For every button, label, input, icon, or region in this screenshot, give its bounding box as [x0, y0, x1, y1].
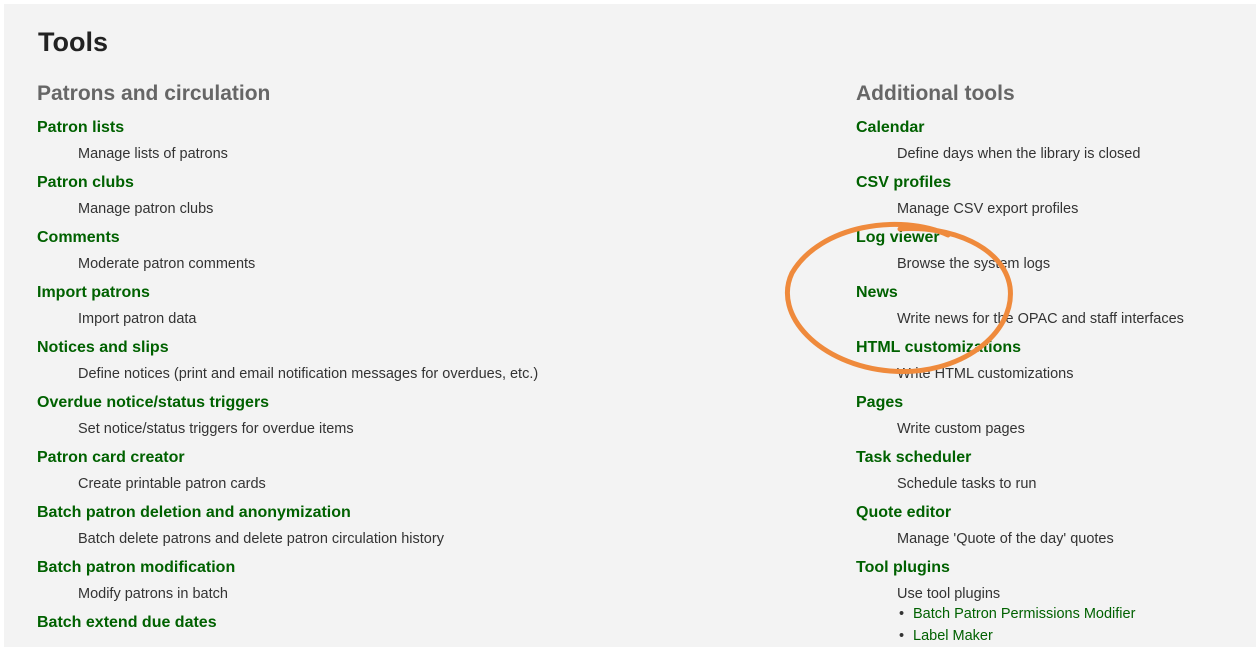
html-customizations-link[interactable]: HTML customizations — [856, 339, 1021, 356]
patron-clubs-link[interactable]: Patron clubs — [37, 174, 134, 191]
tool-item-calendar: Calendar — [856, 114, 1251, 141]
comments-description: Moderate patron comments — [78, 256, 256, 272]
tool-plugins-description-text: Use tool plugins — [897, 586, 1001, 602]
overdue-triggers-description: Set notice/status triggers for overdue i… — [78, 421, 354, 437]
comments-link[interactable]: Comments — [37, 229, 120, 246]
additional-tool-list: Calendar Define days when the library is… — [856, 114, 1251, 647]
task-scheduler-link[interactable]: Task scheduler — [856, 449, 971, 466]
tool-item-batch-extend-due-dates: Batch extend due dates — [37, 609, 757, 636]
notices-slips-description: Define notices (print and email notifica… — [78, 366, 539, 382]
patron-lists-description: Manage lists of patrons — [78, 146, 228, 162]
tool-item-batch-modification: Batch patron modification — [37, 554, 757, 581]
tool-item-patron-clubs: Patron clubs — [37, 169, 757, 196]
plugin-list-item: Label Maker — [899, 625, 1251, 647]
additional-section-heading: Additional tools — [856, 82, 1015, 105]
batch-extend-due-dates-link[interactable]: Batch extend due dates — [37, 614, 217, 631]
tool-item-quote-editor: Quote editor — [856, 499, 1251, 526]
tool-item-comments: Comments — [37, 224, 757, 251]
tool-item-news: News — [856, 279, 1251, 306]
patron-card-creator-description: Create printable patron cards — [78, 476, 266, 492]
tool-item-task-scheduler: Task scheduler — [856, 444, 1251, 471]
csv-profiles-link[interactable]: CSV profiles — [856, 174, 951, 191]
tools-page: Tools Patrons and circulation Patron lis… — [4, 4, 1256, 647]
tool-item-batch-deletion: Batch patron deletion and anonymization — [37, 499, 757, 526]
pages-link[interactable]: Pages — [856, 394, 903, 411]
tool-item-html-customizations: HTML customizations — [856, 334, 1251, 361]
patrons-circulation-section: Patrons and circulation Patron lists Man… — [37, 81, 757, 636]
plugin-label-maker-link[interactable]: Label Maker — [913, 628, 993, 644]
tool-item-import-patrons: Import patrons — [37, 279, 757, 306]
task-scheduler-description: Schedule tasks to run — [897, 476, 1037, 492]
quote-editor-description: Manage 'Quote of the day' quotes — [897, 531, 1114, 547]
news-description: Write news for the OPAC and staff interf… — [897, 311, 1184, 327]
tool-plugins-link[interactable]: Tool plugins — [856, 559, 950, 576]
notices-slips-link[interactable]: Notices and slips — [37, 339, 169, 356]
tool-item-tool-plugins: Tool plugins — [856, 554, 1251, 581]
batch-modification-link[interactable]: Batch patron modification — [37, 559, 235, 576]
log-viewer-link[interactable]: Log viewer — [856, 229, 940, 246]
page-title: Tools — [38, 27, 108, 57]
calendar-link[interactable]: Calendar — [856, 119, 924, 136]
quote-editor-link[interactable]: Quote editor — [856, 504, 951, 521]
import-patrons-description: Import patron data — [78, 311, 197, 327]
tool-item-csv-profiles: CSV profiles — [856, 169, 1251, 196]
tool-item-log-viewer: Log viewer — [856, 224, 1251, 251]
tool-item-patron-lists: Patron lists — [37, 114, 757, 141]
calendar-description: Define days when the library is closed — [897, 146, 1141, 162]
tool-plugins-description: Use tool plugins Batch Patron Permission… — [897, 581, 1251, 647]
plugin-batch-permissions-link[interactable]: Batch Patron Permissions Modifier — [913, 606, 1135, 622]
tool-item-notices-slips: Notices and slips — [37, 334, 757, 361]
patrons-tool-list: Patron lists Manage lists of patrons Pat… — [37, 114, 757, 636]
overdue-triggers-link[interactable]: Overdue notice/status triggers — [37, 394, 269, 411]
import-patrons-link[interactable]: Import patrons — [37, 284, 150, 301]
patron-clubs-description: Manage patron clubs — [78, 201, 214, 217]
plugin-list-item: Batch Patron Permissions Modifier — [899, 603, 1251, 625]
patron-lists-link[interactable]: Patron lists — [37, 119, 124, 136]
additional-tools-section: Additional tools Calendar Define days wh… — [856, 81, 1251, 647]
patrons-section-heading: Patrons and circulation — [37, 82, 271, 105]
patron-card-creator-link[interactable]: Patron card creator — [37, 449, 185, 466]
html-customizations-description: Write HTML customizations — [897, 366, 1074, 382]
tool-item-pages: Pages — [856, 389, 1251, 416]
batch-deletion-link[interactable]: Batch patron deletion and anonymization — [37, 504, 351, 521]
csv-profiles-description: Manage CSV export profiles — [897, 201, 1079, 217]
batch-deletion-description: Batch delete patrons and delete patron c… — [78, 531, 444, 547]
tool-item-overdue-triggers: Overdue notice/status triggers — [37, 389, 757, 416]
pages-description: Write custom pages — [897, 421, 1025, 437]
tool-item-patron-card-creator: Patron card creator — [37, 444, 757, 471]
log-viewer-description: Browse the system logs — [897, 256, 1051, 272]
batch-modification-description: Modify patrons in batch — [78, 586, 228, 602]
news-link[interactable]: News — [856, 284, 898, 301]
plugin-list: Batch Patron Permissions Modifier Label … — [897, 603, 1251, 647]
